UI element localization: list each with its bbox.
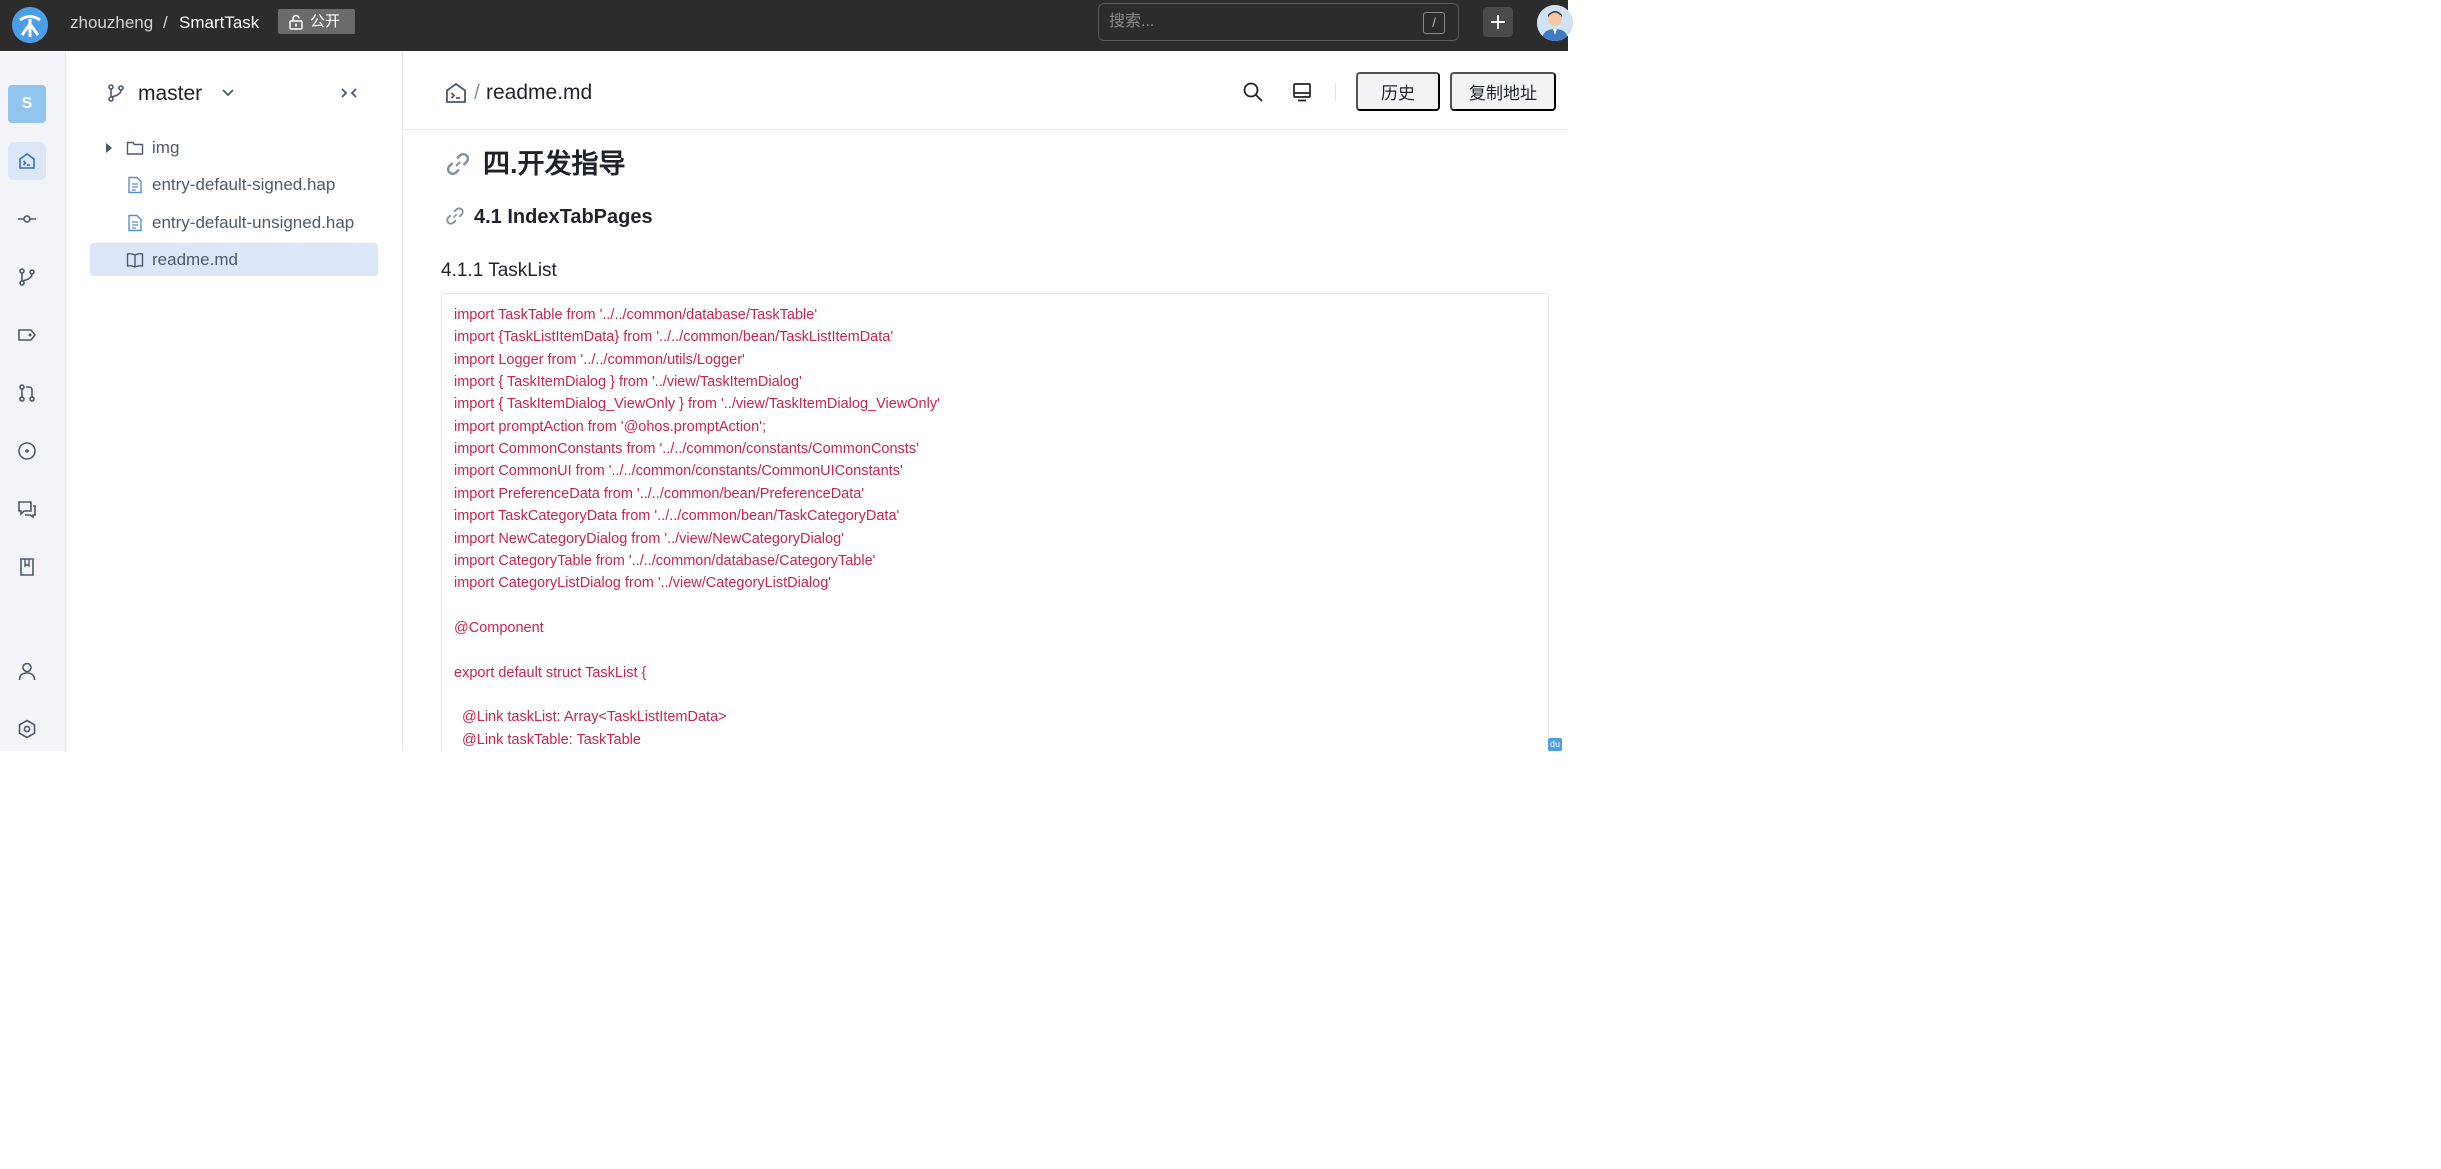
code-line: import CommonConstants from '../../commo… <box>454 441 919 458</box>
rail-commits[interactable] <box>8 200 46 238</box>
heading-3: 4.1.1 TaskList <box>441 260 557 281</box>
code-line: import CategoryTable from '../../common/… <box>454 552 876 569</box>
anchor-link-icon[interactable] <box>444 150 472 178</box>
rail-branches[interactable] <box>8 258 46 296</box>
code-line: import promptAction from '@ohos.promptAc… <box>454 418 766 435</box>
unlock-icon <box>289 14 303 30</box>
code-line: import {TaskListItemData} from '../../co… <box>454 329 894 346</box>
book-icon <box>126 252 144 268</box>
code-line: import { TaskItemDialog_ViewOnly } from … <box>454 396 940 413</box>
search-icon[interactable] <box>1242 81 1264 103</box>
visibility-badge: 公开 <box>278 9 355 34</box>
path-separator: / <box>474 81 480 104</box>
history-button[interactable]: 历史 <box>1356 72 1440 111</box>
search-input[interactable] <box>1109 4 1409 40</box>
repo-root-icon[interactable] <box>444 81 468 105</box>
file-icon <box>128 214 142 232</box>
readme-content: 四.开发指导 4.1 IndexTabPages 4.1.1 TaskList … <box>403 131 1568 751</box>
tree-item-label: entry-default-unsigned.hap <box>152 213 355 232</box>
rail-profile[interactable] <box>8 652 46 690</box>
display-mode-icon[interactable] <box>1291 81 1313 103</box>
search-shortcut-key: / <box>1423 12 1445 34</box>
wiki-icon <box>20 558 34 576</box>
current-file-name: readme.md <box>486 81 593 104</box>
chevron-down-icon[interactable] <box>218 83 238 103</box>
code-line: @Link taskList: Array<TaskListItemData> <box>454 709 727 726</box>
anchor-link-icon[interactable] <box>444 205 466 227</box>
issue-icon <box>18 442 36 460</box>
top-bar: zhouzheng / SmartTask 公开 / <box>0 0 1573 51</box>
heading-2-text: 4.1 IndexTabPages <box>474 206 653 228</box>
tree-item-entry-default-signed[interactable]: entry-default-signed.hap <box>90 168 378 201</box>
rail-settings[interactable] <box>8 710 46 748</box>
rail-pull-requests[interactable] <box>8 374 46 412</box>
code-icon <box>19 153 35 169</box>
project-avatar[interactable]: S <box>8 85 46 123</box>
tree-item-entry-default-unsigned[interactable]: entry-default-unsigned.hap <box>90 206 378 239</box>
assistant-badge[interactable]: du <box>1548 738 1562 751</box>
tag-icon <box>18 329 37 341</box>
user-avatar[interactable] <box>1537 5 1573 41</box>
tree-item-img[interactable]: img <box>90 131 378 164</box>
code-line: import TaskTable from '../../common/data… <box>454 307 818 323</box>
site-logo-icon[interactable] <box>12 7 48 43</box>
commit-icon <box>18 215 36 223</box>
code-line: import { TaskItemDialog } from '../view/… <box>454 374 802 391</box>
folder-icon <box>126 141 144 155</box>
tree-item-label: readme.md <box>152 250 238 269</box>
rail-tags[interactable] <box>8 316 46 354</box>
collapse-panel-icon[interactable] <box>338 82 360 104</box>
code-line: import CategoryListDialog from '../view/… <box>454 575 832 592</box>
code-line: export default struct TaskList { <box>454 664 647 681</box>
heading-1-text: 四.开发指导 <box>483 149 626 179</box>
tree-item-label: img <box>152 138 180 157</box>
code-line: import TaskCategoryData from '../../comm… <box>454 508 900 525</box>
file-header: / readme.md 历史 复制地址 <box>403 51 1568 130</box>
user-icon <box>18 662 36 681</box>
file-icon <box>128 176 142 194</box>
global-search: / <box>1098 3 1459 41</box>
code-block: import TaskTable from '../../common/data… <box>441 293 1549 751</box>
rail-issues[interactable] <box>8 432 46 470</box>
branch-selector[interactable]: master <box>138 81 202 107</box>
discussion-icon <box>18 501 36 519</box>
plus-icon <box>1491 15 1505 29</box>
git-branch-icon <box>108 84 124 102</box>
repo-link[interactable]: SmartTask <box>179 12 259 34</box>
toolbar-divider <box>1335 83 1336 101</box>
copy-address-button[interactable]: 复制地址 <box>1450 72 1556 111</box>
create-new-button[interactable] <box>1483 7 1513 37</box>
code-line: @Link taskTable: TaskTable <box>454 731 641 748</box>
left-rail: S <box>0 51 66 751</box>
tree-item-readme[interactable]: readme.md <box>90 243 378 276</box>
code-line: import NewCategoryDialog from '../view/N… <box>454 530 844 547</box>
owner-link[interactable]: zhouzheng <box>70 12 153 34</box>
rail-discussions[interactable] <box>8 490 46 528</box>
branch-icon <box>19 268 35 286</box>
expand-arrow-icon[interactable] <box>104 142 114 154</box>
code-line: import CommonUI from '../../common/const… <box>454 463 903 480</box>
breadcrumb-separator: / <box>163 13 168 32</box>
file-tree-panel: master img entry-default-signed.hap entr… <box>66 51 403 751</box>
visibility-label: 公开 <box>310 13 341 30</box>
settings-icon <box>18 719 36 739</box>
tree-item-label: entry-default-signed.hap <box>152 175 336 194</box>
code-line: @Component <box>454 619 544 636</box>
rail-code[interactable] <box>8 142 46 180</box>
code-line: import Logger from '../../common/utils/L… <box>454 351 745 368</box>
pull-request-icon <box>19 384 35 402</box>
code-line: import PreferenceData from '../../common… <box>454 485 865 502</box>
rail-wiki[interactable] <box>8 548 46 586</box>
